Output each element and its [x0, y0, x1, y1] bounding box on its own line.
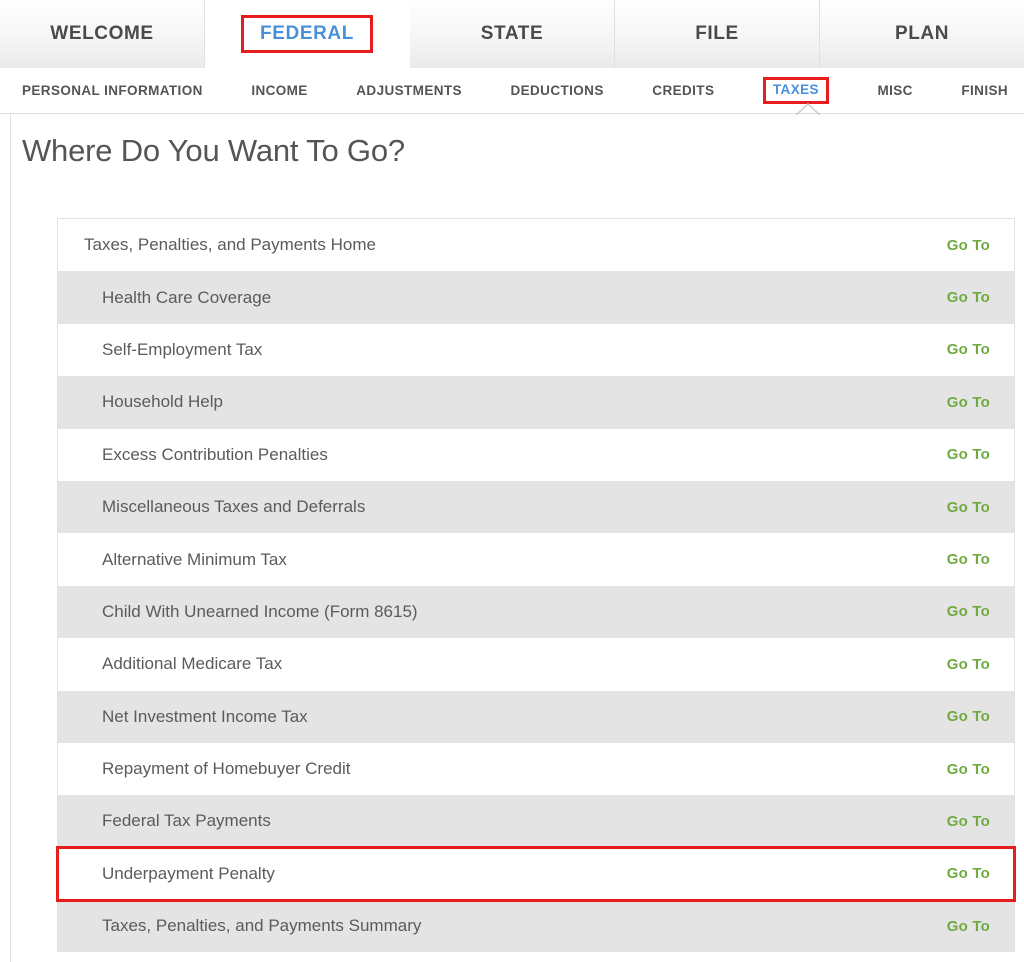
nav-list-row[interactable]: Repayment of Homebuyer Credit Go To: [58, 743, 1014, 795]
go-to-link[interactable]: Go To: [947, 394, 990, 411]
nav-list-row[interactable]: Federal Tax Payments Go To: [58, 795, 1014, 847]
go-to-link[interactable]: Go To: [947, 551, 990, 568]
nav-row-label: Federal Tax Payments: [102, 811, 271, 831]
subnav-item-finish[interactable]: FINISH: [961, 83, 1008, 98]
secondary-nav-bar: PERSONAL INFORMATION INCOME ADJUSTMENTS DED…: [0, 68, 1024, 114]
nav-row-label: Child With Unearned Income (Form 8615): [102, 602, 418, 622]
subnav-item-credits[interactable]: CREDITS: [652, 83, 714, 98]
nav-row-label: Household Help: [102, 392, 223, 412]
page-title: Where Do You Want To Go?: [11, 114, 1024, 169]
go-to-link[interactable]: Go To: [947, 813, 990, 830]
go-to-link[interactable]: Go To: [947, 499, 990, 516]
nav-row-label: Underpayment Penalty: [102, 864, 275, 884]
nav-list-row[interactable]: Miscellaneous Taxes and Deferrals Go To: [58, 481, 1014, 533]
go-to-link[interactable]: Go To: [947, 865, 990, 882]
nav-row-label: Repayment of Homebuyer Credit: [102, 759, 351, 779]
nav-list-row[interactable]: Health Care Coverage Go To: [58, 271, 1014, 323]
subnav-item-personal-information[interactable]: PERSONAL INFORMATION: [22, 83, 203, 98]
nav-row-label: Health Care Coverage: [102, 288, 271, 308]
nav-row-label: Alternative Minimum Tax: [102, 550, 287, 570]
page-content: Where Do You Want To Go? Taxes, Penaltie…: [10, 114, 1024, 962]
nav-row-label: Taxes, Penalties, and Payments Summary: [102, 916, 421, 936]
nav-list-row[interactable]: Child With Unearned Income (Form 8615) Go…: [58, 586, 1014, 638]
nav-list-row[interactable]: Additional Medicare Tax Go To: [58, 638, 1014, 690]
nav-list-row[interactable]: Self-Employment Tax Go To: [58, 324, 1014, 376]
go-to-link[interactable]: Go To: [947, 341, 990, 358]
go-to-link[interactable]: Go To: [947, 761, 990, 778]
go-to-link[interactable]: Go To: [947, 708, 990, 725]
primary-tab-label: PLAN: [895, 23, 949, 45]
nav-list-row[interactable]: Taxes, Penalties, and Payments Home Go To: [58, 219, 1014, 271]
nav-row-label: Self-Employment Tax: [102, 340, 262, 360]
subnav-item-taxes[interactable]: TAXES: [763, 77, 829, 104]
primary-tab-label: FILE: [695, 23, 739, 45]
nav-row-label: Taxes, Penalties, and Payments Home: [84, 235, 376, 255]
subnav-item-adjustments[interactable]: ADJUSTMENTS: [356, 83, 462, 98]
primary-tab-welcome[interactable]: WELCOME: [0, 0, 205, 68]
go-to-link[interactable]: Go To: [947, 237, 990, 254]
primary-tab-state[interactable]: STATE: [410, 0, 615, 68]
nav-row-label: Miscellaneous Taxes and Deferrals: [102, 497, 365, 517]
nav-row-label: Net Investment Income Tax: [102, 707, 308, 727]
go-to-link[interactable]: Go To: [947, 446, 990, 463]
nav-list-row[interactable]: Household Help Go To: [58, 376, 1014, 428]
primary-tab-file[interactable]: FILE: [615, 0, 820, 68]
nav-list-row[interactable]: Excess Contribution Penalties Go To: [58, 429, 1014, 481]
nav-row-label: Excess Contribution Penalties: [102, 445, 328, 465]
primary-tab-bar: WELCOME FEDERAL STATE FILE PLAN: [0, 0, 1024, 68]
nav-list-row[interactable]: Taxes, Penalties, and Payments Summary Go…: [58, 900, 1014, 952]
nav-list-row[interactable]: Underpayment Penalty Go To: [58, 848, 1014, 900]
go-to-link[interactable]: Go To: [947, 603, 990, 620]
nav-row-label: Additional Medicare Tax: [102, 654, 282, 674]
primary-tab-plan[interactable]: PLAN: [820, 0, 1024, 68]
primary-tab-label: FEDERAL: [241, 15, 373, 53]
subnav-item-income[interactable]: INCOME: [251, 83, 307, 98]
active-subnav-caret-icon: [795, 103, 821, 116]
primary-tab-label: STATE: [481, 23, 543, 45]
nav-list-row[interactable]: Net Investment Income Tax Go To: [58, 691, 1014, 743]
go-to-link[interactable]: Go To: [947, 289, 990, 306]
navigation-list: Taxes, Penalties, and Payments Home Go To…: [57, 218, 1015, 952]
primary-tab-label: WELCOME: [50, 23, 153, 45]
subnav-item-deductions[interactable]: DEDUCTIONS: [510, 83, 603, 98]
go-to-link[interactable]: Go To: [947, 656, 990, 673]
go-to-link[interactable]: Go To: [947, 918, 990, 935]
nav-list-row[interactable]: Alternative Minimum Tax Go To: [58, 533, 1014, 585]
primary-tab-federal[interactable]: FEDERAL: [205, 0, 410, 68]
subnav-item-misc[interactable]: MISC: [877, 83, 912, 98]
